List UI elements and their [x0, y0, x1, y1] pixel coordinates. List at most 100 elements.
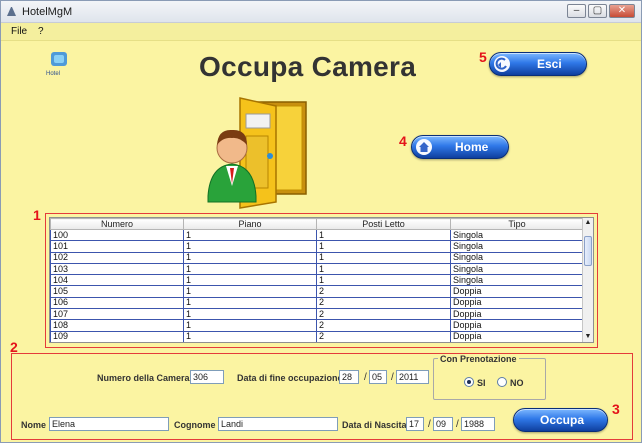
- end-day-field[interactable]: [339, 370, 359, 384]
- table-row[interactable]: 108 1 2 Doppia: [50, 319, 584, 332]
- cell-numero: 104: [50, 274, 184, 287]
- birth-date-label: Data di Nascita: [342, 420, 407, 430]
- end-date-label: Data di fine occupazione: [237, 373, 343, 383]
- cell-tipo: Singola: [450, 251, 584, 264]
- marker-4: 4: [399, 133, 407, 149]
- cell-piano: 1: [183, 240, 317, 253]
- birth-day-field[interactable]: [406, 417, 424, 431]
- column-header-posti-letto[interactable]: Posti Letto: [316, 218, 451, 230]
- radio-yes-label[interactable]: SI: [477, 378, 486, 388]
- cell-piano: 1: [183, 319, 317, 332]
- end-year-field[interactable]: [396, 370, 429, 384]
- home-icon: [416, 139, 432, 155]
- date-separator: /: [456, 419, 459, 430]
- cell-posti-letto: 1: [316, 228, 451, 242]
- home-button[interactable]: Home: [411, 135, 509, 159]
- name-label: Nome: [21, 420, 47, 430]
- cell-tipo: Doppia: [450, 296, 584, 310]
- cell-numero: 107: [50, 308, 184, 321]
- occupy-button[interactable]: Occupa: [513, 408, 608, 432]
- cell-tipo: Singola: [450, 262, 584, 276]
- home-button-label: Home: [455, 140, 489, 154]
- maximize-button[interactable]: ▢: [588, 4, 607, 18]
- scroll-down-icon[interactable]: ▼: [583, 332, 593, 342]
- table-row[interactable]: 106 1 2 Doppia: [50, 296, 584, 310]
- cell-numero: 108: [50, 319, 184, 332]
- cell-numero: 109: [50, 330, 184, 342]
- menu-file[interactable]: File: [11, 26, 27, 37]
- name-field[interactable]: [49, 417, 169, 431]
- cell-tipo: Singola: [450, 274, 584, 287]
- marker-5: 5: [479, 49, 487, 65]
- cell-posti-letto: 2: [316, 285, 451, 298]
- table-header-row: Numero Piano Posti Letto Tipo: [50, 218, 584, 230]
- page-title: Occupa Camera: [199, 51, 417, 82]
- back-arrow-icon: [494, 56, 510, 72]
- table-row[interactable]: 104 1 1 Singola: [50, 274, 584, 287]
- table-row[interactable]: 109 1 2 Doppia: [50, 330, 584, 342]
- logo-text: Hotel: [46, 71, 60, 77]
- surname-field[interactable]: [218, 417, 338, 431]
- end-month-field[interactable]: [369, 370, 387, 384]
- cell-tipo: Doppia: [450, 308, 584, 321]
- cell-posti-letto: 2: [316, 330, 451, 342]
- cell-tipo: Doppia: [450, 330, 584, 342]
- cell-numero: 103: [50, 262, 184, 276]
- column-header-tipo[interactable]: Tipo: [450, 218, 584, 230]
- cell-posti-letto: 1: [316, 262, 451, 276]
- room-number-label: Numero della Camera: [97, 373, 190, 383]
- occupy-room-illustration-icon: [207, 97, 307, 209]
- hotel-logo: Hotel: [45, 51, 73, 79]
- cell-piano: 1: [183, 274, 317, 287]
- cell-posti-letto: 1: [316, 274, 451, 287]
- rooms-table-grid: Numero Piano Posti Letto Tipo 100 1 1 Singo…: [50, 218, 584, 342]
- radio-yes[interactable]: [464, 377, 474, 387]
- cell-numero: 105: [50, 285, 184, 298]
- cell-tipo: Singola: [450, 228, 584, 242]
- date-separator: /: [391, 372, 394, 383]
- exit-button-label: Esci: [537, 57, 562, 71]
- rooms-table[interactable]: Numero Piano Posti Letto Tipo 100 1 1 Singo…: [49, 217, 594, 343]
- table-row[interactable]: 101 1 1 Singola: [50, 240, 584, 253]
- scroll-thumb[interactable]: [584, 236, 592, 266]
- scroll-up-icon[interactable]: ▲: [583, 218, 593, 228]
- app-window: HotelMgM – ▢ ✕ File ? Hotel Occupa Camer…: [0, 0, 642, 443]
- table-row[interactable]: 105 1 2 Doppia: [50, 285, 584, 298]
- cell-posti-letto: 1: [316, 240, 451, 253]
- cell-numero: 102: [50, 251, 184, 264]
- column-header-piano[interactable]: Piano: [183, 218, 317, 230]
- logo-icon: Hotel: [46, 52, 67, 77]
- cell-piano: 1: [183, 330, 317, 342]
- cell-tipo: Doppia: [450, 319, 584, 332]
- cell-piano: 1: [183, 296, 317, 310]
- birth-year-field[interactable]: [461, 417, 495, 431]
- minimize-button[interactable]: –: [567, 4, 586, 18]
- cell-posti-letto: 2: [316, 296, 451, 310]
- app-icon: [7, 7, 16, 16]
- room-number-field[interactable]: [190, 370, 224, 384]
- title-bar: HotelMgM – ▢ ✕: [1, 1, 641, 23]
- date-separator: /: [428, 419, 431, 430]
- reservation-group: [433, 358, 546, 400]
- table-row[interactable]: 103 1 1 Singola: [50, 262, 584, 276]
- column-header-numero[interactable]: Numero: [50, 218, 184, 230]
- surname-label: Cognome: [174, 420, 216, 430]
- close-button[interactable]: ✕: [609, 4, 635, 18]
- menu-bar: File ?: [1, 23, 641, 41]
- table-row[interactable]: 102 1 1 Singola: [50, 251, 584, 264]
- radio-no[interactable]: [497, 377, 507, 387]
- occupy-button-label: Occupa: [540, 413, 585, 427]
- menu-help[interactable]: ?: [38, 26, 44, 37]
- table-row[interactable]: 107 1 2 Doppia: [50, 308, 584, 321]
- radio-no-label[interactable]: NO: [510, 378, 524, 388]
- table-row[interactable]: 100 1 1 Singola: [50, 228, 584, 242]
- marker-1: 1: [33, 207, 41, 223]
- birth-month-field[interactable]: [433, 417, 453, 431]
- cell-numero: 106: [50, 296, 184, 310]
- cell-numero: 101: [50, 240, 184, 253]
- cell-tipo: Singola: [450, 240, 584, 253]
- reservation-group-title: Con Prenotazione: [438, 354, 519, 364]
- table-scrollbar[interactable]: ▲ ▼: [582, 218, 593, 342]
- exit-button[interactable]: Esci: [489, 52, 587, 76]
- window-title: HotelMgM: [22, 6, 73, 18]
